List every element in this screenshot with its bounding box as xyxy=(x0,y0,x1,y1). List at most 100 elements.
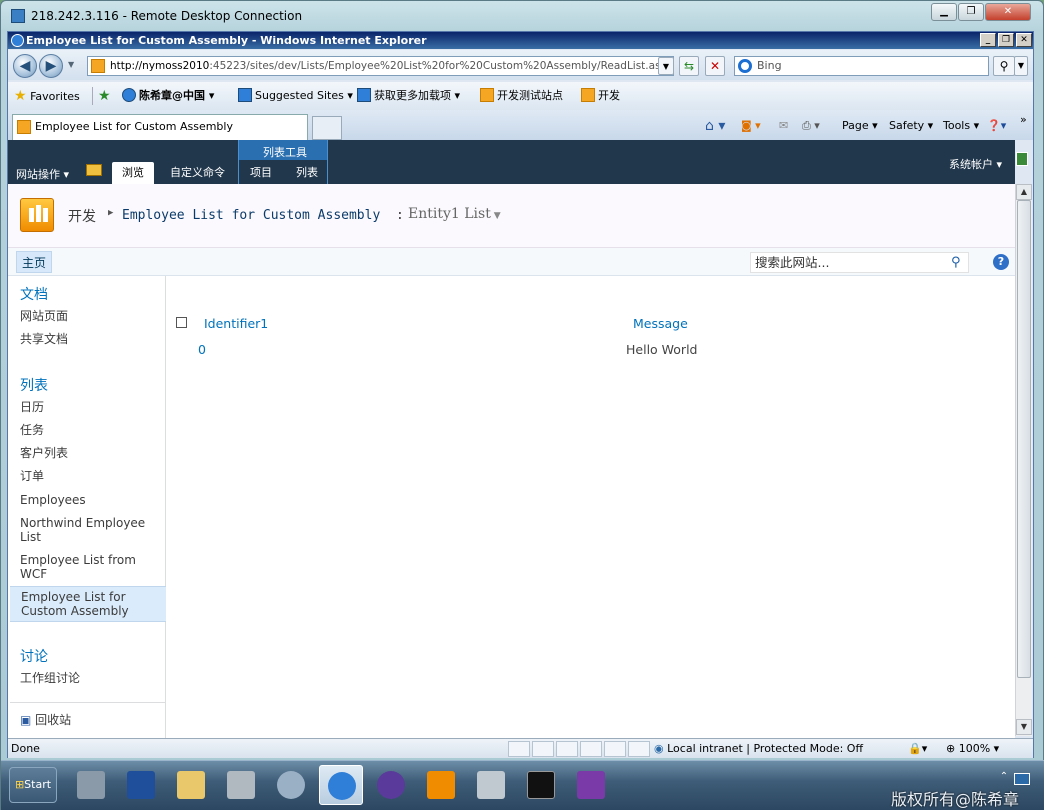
ql-heading-discussions[interactable]: 讨论 xyxy=(20,646,48,666)
tools-menu-label: Tools xyxy=(943,119,971,132)
ql-item-shared-docs[interactable]: 共享文档 xyxy=(20,332,160,346)
ie-minimize-button[interactable]: _ xyxy=(980,33,996,47)
infopath-icon[interactable] xyxy=(569,765,613,805)
rdp-maximize-button[interactable]: ❐ xyxy=(958,3,984,21)
scroll-up-icon[interactable]: ▲ xyxy=(1016,184,1032,200)
fav-item-chen[interactable]: 陈希章@中国 ▾ xyxy=(122,88,214,104)
ql-item-wcf[interactable]: Employee List from WCF xyxy=(20,553,160,581)
stop-icon[interactable]: ✕ xyxy=(705,56,725,76)
network-icon[interactable] xyxy=(1014,773,1030,785)
site-actions-menu[interactable]: 网站操作 ▾ xyxy=(16,166,69,182)
scroll-down-icon[interactable]: ▼ xyxy=(1016,719,1032,735)
ql-heading-lists[interactable]: 列表 xyxy=(20,375,48,395)
print-icon[interactable]: ⎙ ▾ xyxy=(802,118,820,134)
tools-icon[interactable] xyxy=(219,765,263,805)
powershell-icon[interactable] xyxy=(119,765,163,805)
site-search-input[interactable]: 搜索此网站... ⚲ xyxy=(750,252,969,273)
ql-item-site-pages[interactable]: 网站页面 xyxy=(20,309,160,323)
ql-item-team-discussion[interactable]: 工作组讨论 xyxy=(20,671,160,685)
scroll-thumb[interactable] xyxy=(1017,200,1031,678)
safety-menu[interactable]: Safety ▾ xyxy=(889,118,933,134)
quick-launch: 文档 网站页面 共享文档 列表 日历 任务 客户列表 订单 Employees … xyxy=(8,276,166,738)
column-header-message[interactable]: Message xyxy=(633,316,688,331)
edit-page-icon[interactable] xyxy=(1016,152,1028,166)
fav-item-suggested[interactable]: Suggested Sites ▾ xyxy=(238,88,353,104)
recycle-bin-icon: ▣ xyxy=(20,713,32,727)
add-favorite-icon[interactable]: ★ xyxy=(98,88,111,104)
navigate-up-icon[interactable] xyxy=(86,164,102,176)
status-pane xyxy=(580,741,602,757)
server-manager-icon[interactable] xyxy=(69,765,113,805)
select-all-checkbox[interactable] xyxy=(176,317,187,328)
fav-item-dev[interactable]: 开发 xyxy=(581,88,620,104)
ie-close-button[interactable]: ✕ xyxy=(1016,33,1032,47)
services-icon[interactable] xyxy=(269,765,313,805)
sharepoint-designer-icon[interactable] xyxy=(419,765,463,805)
ie-icon xyxy=(122,88,136,102)
fav-item-label: 陈希章@中国 xyxy=(139,89,205,102)
ie-window: Employee List for Custom Assembly - Wind… xyxy=(7,31,1034,758)
rdp-minimize-button[interactable]: ▁ xyxy=(931,3,957,21)
breadcrumb-site[interactable]: 开发 xyxy=(68,206,96,225)
tab-custom-commands[interactable]: 自定义命令 xyxy=(160,162,235,184)
favorites-button[interactable]: ★ Favorites xyxy=(14,88,80,104)
zoom-control[interactable]: ⊕ 100% ▾ xyxy=(946,739,999,758)
start-button[interactable]: ⊞Start xyxy=(9,767,57,803)
new-tab-button[interactable] xyxy=(312,116,342,140)
ql-item-orders[interactable]: 订单 xyxy=(20,469,160,483)
fav-item-test-site[interactable]: 开发测试站点 xyxy=(480,88,563,104)
ql-item-tasks[interactable]: 任务 xyxy=(20,423,160,437)
tools-menu[interactable]: Tools ▾ xyxy=(943,118,979,134)
refresh-icon[interactable]: ⇆ xyxy=(679,56,699,76)
address-input[interactable]: http://nymoss2010:45223/sites/dev/Lists/… xyxy=(87,56,674,76)
security-zone[interactable]: ◉ Local intranet | Protected Mode: Off xyxy=(654,739,863,758)
search-input[interactable]: Bing xyxy=(734,56,989,76)
rdp-close-button[interactable]: ✕ xyxy=(985,3,1031,21)
table-row-id[interactable]: 0 xyxy=(198,342,206,357)
sql-server-icon[interactable] xyxy=(469,765,513,805)
search-icon[interactable]: ⚲ xyxy=(993,56,1015,76)
help-icon[interactable]: ? xyxy=(993,254,1009,270)
tab-browse[interactable]: 浏览 xyxy=(112,162,154,184)
account-menu[interactable]: 系统帐户 ▾ xyxy=(949,156,1002,172)
nav-home-tab[interactable]: 主页 xyxy=(16,251,53,273)
command-prompt-icon[interactable] xyxy=(519,765,563,805)
tab-list[interactable]: 列表 xyxy=(286,162,328,184)
search-options-icon[interactable]: ▼ xyxy=(1014,56,1028,76)
ql-item-calendar[interactable]: 日历 xyxy=(20,400,160,414)
ie-title-bar: Employee List for Custom Assembly - Wind… xyxy=(8,32,1033,49)
ie-title: Employee List for Custom Assembly - Wind… xyxy=(26,34,427,47)
vertical-scrollbar[interactable]: ▲ ▼ xyxy=(1015,184,1032,736)
home-icon[interactable]: ⌂ ▾ xyxy=(705,118,725,134)
explorer-icon[interactable] xyxy=(169,765,213,805)
zoom-icon: ⊕ xyxy=(946,742,956,755)
ql-item-custom-assembly[interactable]: Employee List for Custom Assembly xyxy=(10,586,166,622)
address-dropdown-icon[interactable]: ▼ xyxy=(658,57,674,75)
page-menu[interactable]: Page ▾ xyxy=(842,118,878,134)
mail-icon[interactable]: ✉ xyxy=(779,118,788,134)
breadcrumb-list[interactable]: Employee List for Custom Assembly xyxy=(122,208,380,226)
more-commands-icon[interactable]: » xyxy=(1020,112,1027,128)
protected-mode-icon[interactable]: 🔒▾ xyxy=(908,739,927,758)
ql-heading-documents[interactable]: 文档 xyxy=(20,284,48,304)
view-name: Entity1 List xyxy=(408,206,491,222)
back-button[interactable]: ◀ xyxy=(13,54,37,78)
ql-item-employees[interactable]: Employees xyxy=(20,493,160,507)
forward-button[interactable]: ▶ xyxy=(39,54,63,78)
column-header-identifier[interactable]: Identifier1 xyxy=(204,316,268,331)
history-dropdown-icon[interactable]: ▼ xyxy=(68,60,74,69)
feeds-icon[interactable]: ◙ ▾ xyxy=(741,118,761,134)
zoom-label: 100% xyxy=(958,742,991,755)
ql-item-customers[interactable]: 客户列表 xyxy=(20,446,160,460)
search-icon[interactable]: ⚲ xyxy=(951,253,961,272)
internet-explorer-icon[interactable] xyxy=(319,765,363,805)
view-selector[interactable]: Entity1 List ▼ xyxy=(408,206,501,224)
tab-items[interactable]: 项目 xyxy=(240,162,282,184)
ql-item-northwind[interactable]: Northwind Employee List xyxy=(20,516,160,544)
fav-item-addons[interactable]: 获取更多加载项 ▾ xyxy=(357,88,460,104)
ql-item-recycle-bin[interactable]: ▣ 回收站 xyxy=(20,713,160,727)
ie-restore-button[interactable]: ❐ xyxy=(998,33,1014,47)
help-icon[interactable]: ❓▾ xyxy=(987,118,1006,134)
visual-studio-icon[interactable] xyxy=(369,765,413,805)
browser-tab[interactable]: Employee List for Custom Assembly xyxy=(12,114,308,140)
